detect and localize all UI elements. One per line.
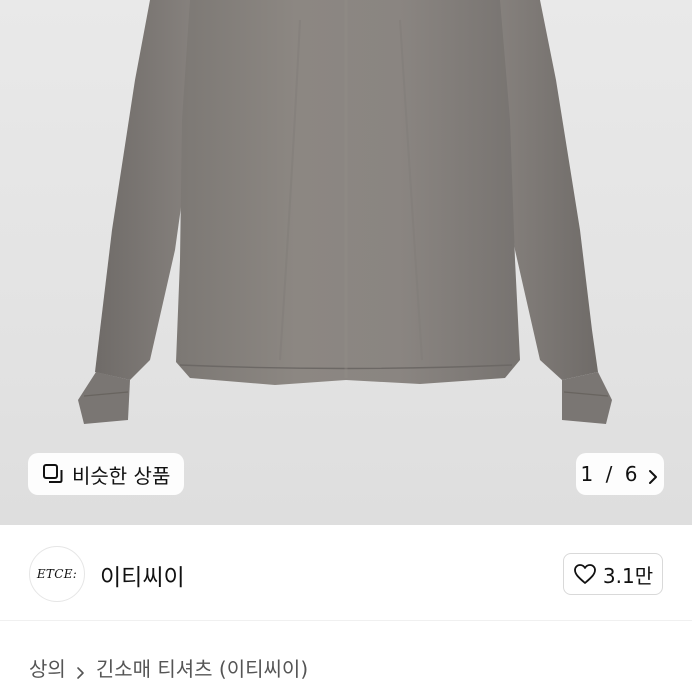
pager-current: 1: [580, 462, 594, 486]
like-count: 3.1만: [602, 563, 654, 588]
section-divider: [0, 620, 692, 621]
like-button[interactable]: 3.1만: [563, 553, 663, 595]
pager-separator: /: [605, 462, 613, 486]
heart-outline-icon: [573, 563, 597, 585]
copy-squares-icon: [42, 463, 64, 485]
store-name[interactable]: 이티씨이: [100, 558, 185, 592]
store-logo-text: ETCE:: [36, 567, 78, 581]
store-logo[interactable]: ETCE:: [29, 546, 85, 602]
similar-products-label: 비슷한 상품: [72, 463, 171, 488]
similar-products-button[interactable]: 비슷한 상품: [28, 453, 185, 495]
chevron-right-icon: [647, 466, 659, 484]
pager-total: 6: [624, 462, 638, 486]
product-photo-longsleeve-tshirt: [78, 0, 612, 424]
chevron-right-icon: [76, 661, 86, 679]
pager-text: 1 / 6: [581, 462, 638, 486]
product-image-area[interactable]: 비슷한 상품 1 / 6: [0, 0, 692, 525]
image-pager[interactable]: 1 / 6: [576, 453, 664, 495]
breadcrumb-item-category[interactable]: 긴소매 티셔츠 (이티씨이): [96, 653, 308, 682]
breadcrumb: 상의 긴소매 티셔츠 (이티씨이): [29, 653, 308, 682]
breadcrumb-item-top[interactable]: 상의: [29, 653, 66, 682]
store-info-row: ETCE: 이티씨이 3.1만: [0, 525, 692, 620]
